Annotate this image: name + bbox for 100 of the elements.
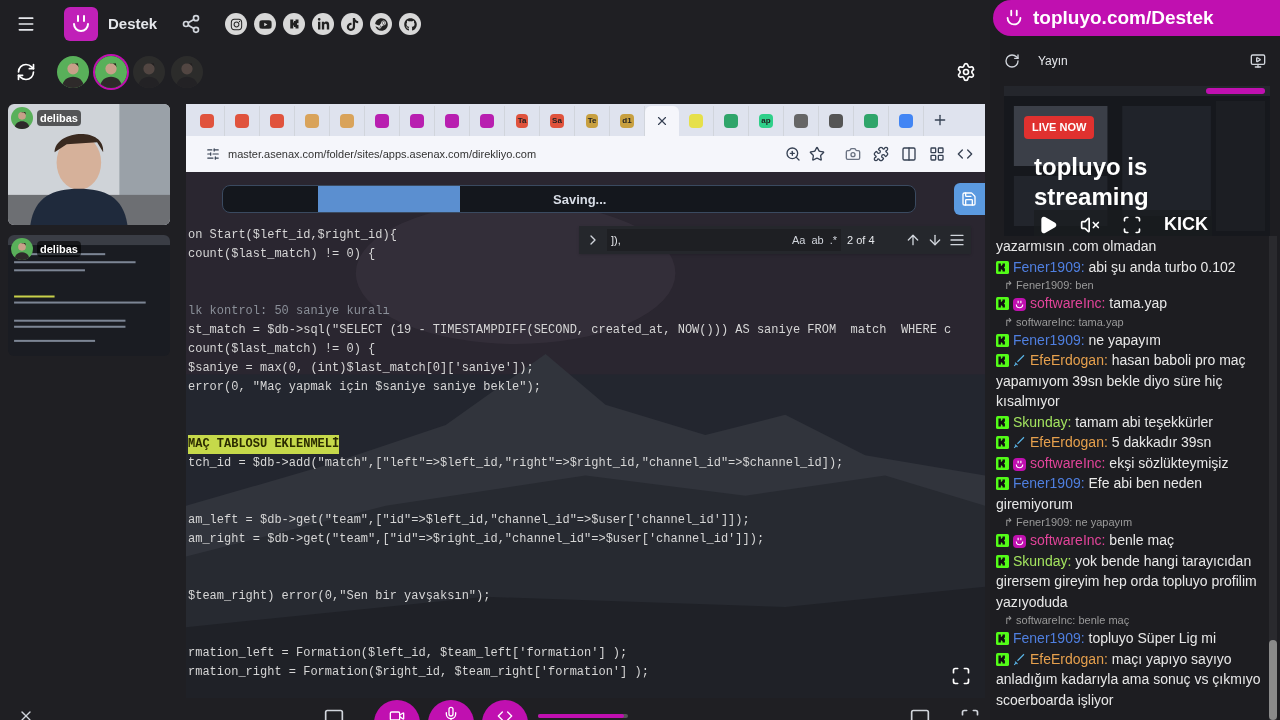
save-button[interactable] xyxy=(953,183,985,215)
kick-icon[interactable] xyxy=(283,13,306,35)
settings-icon[interactable] xyxy=(956,62,976,82)
next-match-icon[interactable] xyxy=(927,232,943,248)
code-line: st_match = $db->sql("SELECT (19 - TIMESTAMPDIFF(SECOND, created_at, NOW())) AS saniye FROM match WHERE c xyxy=(188,322,952,339)
instagram-icon[interactable] xyxy=(225,13,248,35)
code-line: $team_right) error(0,"Sen bir yavşaksın"); xyxy=(188,588,491,605)
chat-message: softwareInc: benle maç xyxy=(996,530,1263,551)
reply-reference: ↱ softwareInc: tama.yap xyxy=(1003,314,1125,330)
find-value: ]), xyxy=(611,232,622,248)
site-settings-icon[interactable] xyxy=(206,147,220,161)
chat-message: Fener1909: topluyo Süper Lig mi xyxy=(996,628,1263,649)
section-title: Yayın xyxy=(1038,53,1068,70)
extensions-icon[interactable] xyxy=(873,146,889,162)
find-option[interactable]: ab xyxy=(811,231,824,249)
linkedin-icon[interactable] xyxy=(312,13,335,35)
match-count: 2 of 4 xyxy=(847,232,876,248)
stream-title: topluyo is xyxy=(1034,152,1149,182)
favicon: d1 xyxy=(620,114,634,128)
page-title: Destek xyxy=(108,13,158,34)
new-tab-icon[interactable] xyxy=(932,112,948,128)
kick-logo-icon xyxy=(996,297,1009,310)
chat-message: EfeErdogan: 5 dakkadır 39sn xyxy=(996,432,1263,453)
kick-logo-icon xyxy=(996,632,1009,645)
chat-message: EfeErdogan: maçı yapıyo sayıyo anladığım kadarıyla ama sonuç vs çıkmıyo scoerboarda işliyor xyxy=(996,649,1262,710)
reply-reference: ↱ softwareInc: benle maç xyxy=(1003,613,1131,628)
microphone-icon xyxy=(443,706,459,720)
kick-logo-icon xyxy=(996,534,1009,547)
reply-reference: ↱ Fener1909: ne yapayım xyxy=(1003,515,1134,530)
youtube-icon[interactable] xyxy=(254,13,277,35)
grid-icon[interactable] xyxy=(929,146,945,162)
code-line: am_left = $db->get("team",["id"=>$left_id,"channel_id"=>$user['channel_id']]); xyxy=(188,512,750,529)
favicon: Ta xyxy=(515,114,529,128)
chat-message: Fener1909: ne yapayım xyxy=(996,329,1263,350)
save-icon xyxy=(961,191,978,207)
chat-message: yazarmısın .com olmadan xyxy=(996,237,1158,256)
status-text: Saving... xyxy=(553,191,607,209)
menu-icon[interactable] xyxy=(16,14,36,34)
code-line: am_right = $db->get("team",["id"=>$right_id,"channel_id"=>$user['channel_id']]); xyxy=(188,531,765,548)
find-option[interactable]: Aa xyxy=(791,231,806,249)
kick-logo-icon xyxy=(996,554,1009,568)
code-line: rmation_right = Formation($right_id, $team_right['formation'] ); xyxy=(188,664,649,681)
kick-logo-icon xyxy=(996,260,1009,274)
chat-message: Fener1909: Efe abi ben neden giremiyorum xyxy=(996,474,1204,514)
kick-logo-icon xyxy=(996,415,1009,429)
chat-message: Skunday: tamam abi teşekkürler xyxy=(996,411,1263,432)
url-text: master.asenax.com/folder/sites/apps.asenax.com/direkliyo.com xyxy=(228,146,537,162)
play-icon[interactable] xyxy=(1038,214,1058,235)
kick-logo-icon xyxy=(996,333,1009,347)
code-line: tch_id = $db->add("match",["left"=>$left_id,"right"=>$right_id,"channel_id"=>$channel_id]); xyxy=(188,455,844,472)
user-avatar[interactable] xyxy=(57,56,89,88)
camera-icon[interactable] xyxy=(845,146,861,162)
kick-logo-icon xyxy=(996,477,1009,490)
banner-text: topluyo.com/Destek xyxy=(1033,5,1214,30)
stream-title: streaming xyxy=(1034,182,1149,212)
scrollbar[interactable] xyxy=(1269,236,1277,720)
reload-icon[interactable] xyxy=(1004,53,1020,69)
code-line: count($last_match) != 0) { xyxy=(188,246,376,263)
code-line: error(0, "Maç yapmak için $saniye saniye bekle"); xyxy=(188,379,541,396)
kick-logo-icon xyxy=(996,436,1009,449)
code-line: on Start($left_id,$right_id){ xyxy=(188,227,397,244)
favicon: ap xyxy=(759,114,773,128)
stream-preview[interactable]: LIVE NOW topluyo is streaming KICK xyxy=(1004,86,1270,236)
fullscreen-icon[interactable] xyxy=(1122,214,1142,235)
chat-message: Skunday: yok bende hangi tarayıcıdan girersem gireyim hep orda topluyo profilim yazıyoduda xyxy=(996,551,1258,612)
share-icon[interactable] xyxy=(181,14,202,34)
find-option[interactable]: .* xyxy=(829,231,837,249)
code-icon xyxy=(497,708,513,720)
platform-logo: KICK xyxy=(1164,213,1208,236)
bookmark-star-icon[interactable] xyxy=(809,146,825,162)
chat-message: softwareInc: tama.yap xyxy=(996,293,1263,314)
favicon: Sa xyxy=(550,114,564,128)
code-line: rmation_left = Formation($left_id, $team_left['formation'] ); xyxy=(188,645,628,662)
github-icon[interactable] xyxy=(399,13,422,35)
steam-icon[interactable] xyxy=(370,13,393,35)
tiktok-icon[interactable] xyxy=(341,13,364,35)
find-in-selection-icon[interactable] xyxy=(949,232,965,248)
code-icon[interactable] xyxy=(957,146,973,162)
favicon: Te xyxy=(585,114,599,128)
previous-match-icon[interactable] xyxy=(905,232,921,248)
reply-reference: ↱ Fener1909: ben xyxy=(1003,278,1095,293)
zoom-icon[interactable] xyxy=(785,146,801,162)
stream-player-icon[interactable] xyxy=(1250,53,1266,69)
code-line: lk kontrol: 50 saniye kuralı xyxy=(188,303,390,320)
chat-message: softwareInc: ekşi sözlükteymişiz xyxy=(996,452,1263,473)
code-line: count($last_match) != 0) { xyxy=(188,341,376,358)
app-logo[interactable] xyxy=(64,7,98,41)
live-badge: LIVE NOW xyxy=(1024,116,1095,139)
kick-logo-icon xyxy=(996,652,1009,666)
kick-logo-icon xyxy=(996,456,1009,470)
scrollbar-thumb[interactable] xyxy=(1269,640,1277,720)
find-field[interactable]: ]), Aa ab .* xyxy=(607,229,841,251)
video-camera-icon xyxy=(389,708,405,720)
refresh-icon[interactable] xyxy=(16,62,36,82)
user-avatar[interactable] xyxy=(95,56,127,88)
mute-icon[interactable] xyxy=(1080,214,1100,235)
chat-message: Fener1909: abi şu anda turbo 0.102 xyxy=(996,256,1263,277)
fullscreen-icon[interactable] xyxy=(951,666,971,686)
split-screen-icon[interactable] xyxy=(901,146,917,162)
close-icon[interactable] xyxy=(655,114,669,128)
